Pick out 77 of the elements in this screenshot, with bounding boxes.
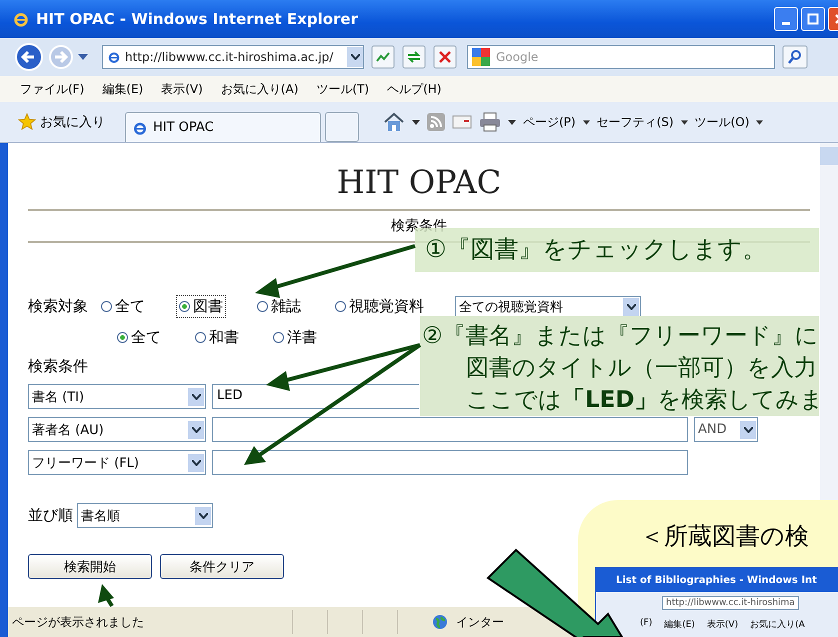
operator-select[interactable]: AND	[694, 417, 758, 442]
caret-icon[interactable]	[756, 120, 764, 124]
menu-item[interactable]: 編集(E)	[102, 80, 144, 98]
status-text: ページが表示されました	[12, 614, 145, 630]
menu-item[interactable]: お気に入り(A)	[220, 80, 298, 98]
callout-text: ②『書名』または『フリーワード』に	[422, 322, 819, 351]
command-menu[interactable]: ツール(O)	[694, 114, 750, 130]
input-field[interactable]	[212, 450, 688, 475]
radio-option[interactable]: 全て	[98, 295, 148, 318]
maximize-button[interactable]	[801, 7, 825, 31]
refresh-icon[interactable]	[402, 45, 426, 69]
ie-logo-icon	[12, 10, 30, 28]
favorites-label[interactable]: お気に入り	[40, 113, 105, 131]
radio-option[interactable]: 和書	[192, 326, 242, 349]
radio-option[interactable]: 視聴覚資料	[332, 295, 427, 318]
field-select[interactable]: 著者名 (AU)	[28, 417, 206, 442]
menu-item[interactable]: ファイル(F)	[20, 80, 84, 98]
address-field[interactable]: http://libwww.cc.it-hiroshima.ac.jp/	[102, 45, 364, 69]
caret-icon[interactable]	[192, 394, 200, 400]
menu-item[interactable]: 表示(V)	[161, 80, 203, 98]
compatibility-icon[interactable]	[371, 45, 395, 69]
callout-text: 図書のタイトル（一部可）を入力	[465, 354, 818, 383]
caret-icon[interactable]	[582, 120, 590, 124]
field-label: 検索対象	[28, 297, 88, 316]
caret-icon[interactable]	[350, 54, 360, 60]
media-select[interactable]: 全ての視聴覚資料	[455, 296, 641, 318]
address-field: http://libwww.cc.it-hiroshima	[662, 596, 799, 610]
callout-text: ①『図書』をチェックします。	[425, 234, 768, 265]
form-button[interactable]: 条件クリア	[160, 554, 284, 579]
home-icon[interactable]	[383, 112, 405, 132]
note-heading: ＜所蔵図書の検	[640, 521, 810, 552]
section-heading: 検索条件	[390, 217, 448, 235]
ie-page-icon	[107, 50, 121, 64]
window-title: List of Bibliographies - Windows Int	[616, 574, 817, 586]
mail-icon[interactable]	[452, 115, 472, 129]
command-menu[interactable]: セーフティ(S)	[596, 114, 674, 130]
search-field[interactable]: Google	[467, 45, 775, 69]
back-icon[interactable]	[14, 42, 44, 72]
radio-option[interactable]: 雑誌	[254, 295, 304, 318]
callout-text: ここでは「LED」を検索してみま	[465, 386, 819, 415]
caret-icon[interactable]	[744, 426, 752, 432]
globe-icon	[432, 614, 448, 630]
sort-select[interactable]: 書名順	[77, 503, 213, 528]
search-icon[interactable]	[782, 45, 808, 69]
field-select[interactable]: フリーワード (FL)	[28, 450, 206, 475]
radio-option[interactable]: 図書	[176, 295, 226, 318]
pointer-arrow	[98, 584, 114, 608]
caret-icon[interactable]	[192, 460, 200, 466]
stop-icon[interactable]	[433, 45, 457, 69]
input-field[interactable]	[212, 417, 688, 442]
menu-item[interactable]: ツール(T)	[316, 80, 370, 98]
caret-icon[interactable]	[78, 54, 88, 60]
minimize-button[interactable]	[774, 7, 798, 31]
browser-tab[interactable]: HIT OPAC	[125, 112, 321, 142]
page-title: HIT OPAC	[336, 163, 502, 201]
google-logo-icon	[472, 48, 490, 66]
printer-icon[interactable]	[479, 112, 501, 132]
field-label: 検索条件	[28, 357, 88, 376]
radio-option[interactable]: 洋書	[270, 326, 320, 349]
maximize-icon	[807, 13, 819, 25]
caret-icon[interactable]	[192, 426, 200, 432]
caret-icon[interactable]	[680, 120, 688, 124]
radio-option[interactable]: 全て	[114, 326, 164, 349]
minimize-icon	[782, 22, 790, 24]
field-label: 並び順	[28, 506, 73, 525]
caret-icon[interactable]	[508, 120, 516, 124]
command-menu[interactable]: ページ(P)	[523, 114, 576, 130]
zone-text: インター	[456, 614, 504, 630]
caret-icon[interactable]	[626, 304, 636, 310]
field-select[interactable]: 書名 (TI)	[28, 384, 206, 409]
window-title: HIT OPAC - Windows Internet Explorer	[36, 10, 359, 28]
star-icon[interactable]	[18, 113, 36, 131]
scrollbar[interactable]	[820, 143, 838, 500]
form-button[interactable]: 検索開始	[28, 554, 152, 579]
caret-icon[interactable]	[198, 512, 208, 518]
menu-item[interactable]: ヘルプ(H)	[387, 80, 442, 98]
caret-icon[interactable]	[412, 120, 420, 124]
